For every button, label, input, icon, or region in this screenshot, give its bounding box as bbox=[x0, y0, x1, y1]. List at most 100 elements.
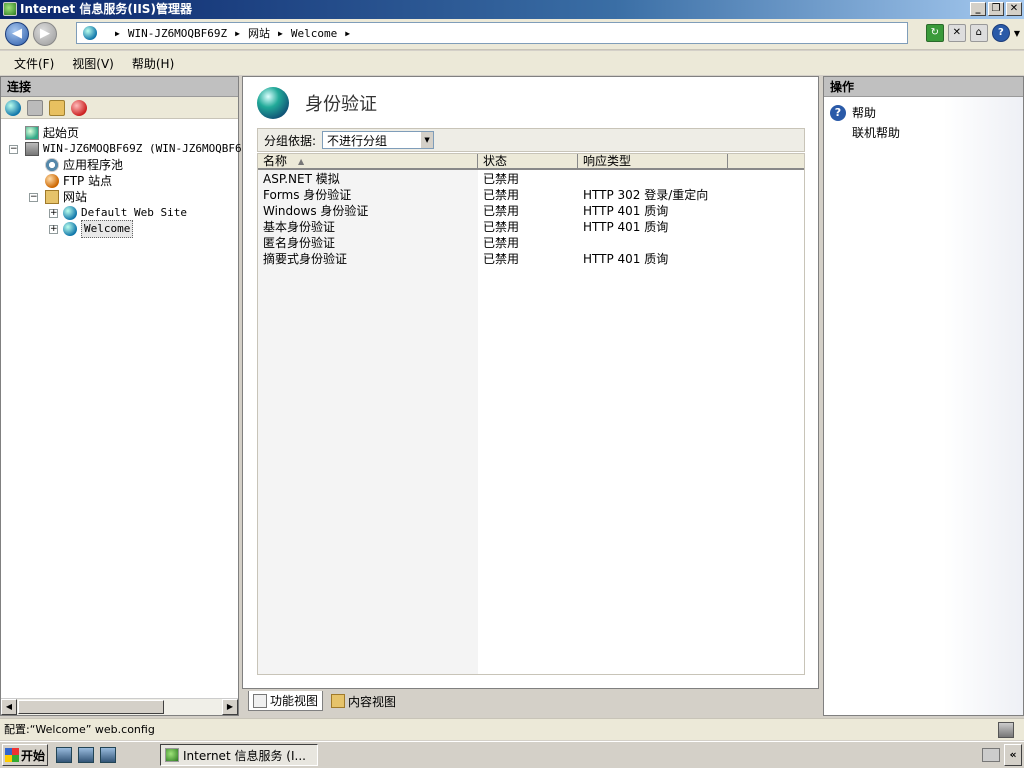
connections-horizontal-scrollbar[interactable]: ◀ ▶ bbox=[1, 698, 238, 715]
restore-button[interactable]: ❐ bbox=[988, 2, 1004, 16]
breadcrumb-sites[interactable]: 网站 bbox=[248, 25, 270, 41]
actions-panel: 操作 ? 帮助 联机帮助 bbox=[823, 76, 1024, 716]
help-dropdown-icon[interactable]: ▼ bbox=[1014, 29, 1020, 38]
globe-icon bbox=[63, 206, 77, 220]
forward-button[interactable]: ▶ bbox=[33, 22, 57, 46]
status-text: 配置:“Welcome” web.config bbox=[4, 723, 155, 736]
tree-item-app-pools[interactable]: 应用程序池 bbox=[45, 157, 123, 173]
iis-app-icon bbox=[3, 2, 17, 16]
globe-icon bbox=[83, 26, 97, 40]
app-pool-icon bbox=[45, 158, 59, 172]
list-item[interactable]: 摘要式身份验证 已禁用 HTTP 401 质询 bbox=[258, 251, 804, 267]
address-bar[interactable]: ▶ WIN-JZ6MOQBF69Z ▶ 网站 ▶ Welcome ▶ bbox=[76, 22, 908, 44]
view-tabs: 功能视图 内容视图 bbox=[248, 691, 400, 711]
tree-item-server[interactable]: WIN-JZ6MOQBF69Z (WIN-JZ6MOQBF69Z bbox=[25, 141, 255, 157]
sort-ascending-icon: ▲ bbox=[298, 157, 305, 166]
sites-folder-icon bbox=[45, 190, 59, 204]
start-page-icon bbox=[25, 126, 39, 140]
list-item[interactable]: 基本身份验证 已禁用 HTTP 401 质询 bbox=[258, 219, 804, 235]
list-item[interactable]: Forms 身份验证 已禁用 HTTP 302 登录/重定向 bbox=[258, 187, 804, 203]
quick-launch bbox=[56, 747, 116, 763]
expand-default-site-icon[interactable]: + bbox=[49, 209, 58, 218]
group-by-select[interactable]: 不进行分组 ▼ bbox=[322, 131, 435, 149]
breadcrumb-server[interactable]: WIN-JZ6MOQBF69Z bbox=[128, 27, 227, 40]
title-bar: Internet 信息服务(IIS)管理器 _ ❐ ✕ bbox=[0, 0, 1024, 19]
action-help[interactable]: ? 帮助 bbox=[830, 104, 876, 121]
home-icon[interactable]: ⌂ bbox=[969, 24, 988, 42]
column-header-name[interactable]: 名称 ▲ bbox=[258, 154, 478, 169]
disconnect-icon[interactable] bbox=[71, 99, 87, 116]
group-by-bar: 分组依据: 不进行分组 ▼ bbox=[257, 128, 805, 152]
iis-app-icon bbox=[165, 748, 179, 762]
back-button[interactable]: ◀ bbox=[5, 22, 29, 46]
keyboard-icon[interactable] bbox=[982, 748, 1000, 762]
connections-toolbar bbox=[1, 97, 238, 119]
tree-item-welcome[interactable]: Welcome bbox=[63, 220, 134, 238]
help-icon: ? bbox=[830, 104, 846, 121]
scroll-right-icon[interactable]: ▶ bbox=[222, 699, 238, 715]
breadcrumb-welcome[interactable]: Welcome bbox=[291, 27, 337, 40]
navigation-bar: ◀ ▶ ▶ WIN-JZ6MOQBF69Z ▶ 网站 ▶ Welcome ▶ ↻… bbox=[0, 19, 1024, 50]
explorer-icon[interactable] bbox=[100, 747, 116, 763]
breadcrumb-separator-icon: ▶ bbox=[115, 28, 120, 38]
start-button[interactable]: 开始 bbox=[2, 744, 48, 766]
taskbar-item-iis[interactable]: Internet 信息服务 (I... bbox=[160, 744, 318, 766]
tree-item-ftp-sites[interactable]: FTP 站点 bbox=[45, 173, 112, 189]
menu-file[interactable]: 文件(F) bbox=[14, 55, 54, 72]
up-folder-icon[interactable] bbox=[49, 99, 65, 116]
list-header: 名称 ▲ 状态 响应类型 bbox=[258, 154, 804, 170]
globe-icon bbox=[63, 222, 77, 236]
server-icon bbox=[25, 142, 39, 156]
windows-logo-icon bbox=[5, 748, 19, 762]
tab-content-view[interactable]: 内容视图 bbox=[327, 691, 400, 711]
collapse-server-icon[interactable]: − bbox=[9, 145, 18, 154]
save-icon[interactable] bbox=[27, 99, 43, 116]
ftp-icon bbox=[45, 174, 59, 188]
authentication-globe-icon bbox=[257, 87, 289, 119]
window-title: Internet 信息服务(IIS)管理器 bbox=[20, 2, 192, 16]
breadcrumb-separator-icon: ▶ bbox=[235, 28, 240, 38]
tab-features-view[interactable]: 功能视图 bbox=[248, 691, 324, 711]
breadcrumb-separator-icon[interactable]: ▶ bbox=[345, 29, 350, 38]
content-view-icon bbox=[331, 694, 346, 708]
tree-item-default-web-site[interactable]: Default Web Site bbox=[63, 205, 187, 221]
tree-item-start-page[interactable]: 起始页 bbox=[25, 125, 79, 141]
breadcrumb-separator-icon: ▶ bbox=[278, 28, 283, 38]
show-desktop-icon[interactable] bbox=[78, 747, 94, 763]
authentication-list: 名称 ▲ 状态 响应类型 ASP.NET 模拟 已禁用 Forms 身份验证 已… bbox=[257, 153, 805, 675]
connections-tree: 起始页 − WIN-JZ6MOQBF69Z (WIN-JZ6MOQBF69Z 应… bbox=[1, 119, 255, 238]
network-status-icon bbox=[998, 722, 1014, 738]
scroll-thumb[interactable] bbox=[18, 700, 164, 714]
list-item[interactable]: Windows 身份验证 已禁用 HTTP 401 质询 bbox=[258, 203, 804, 219]
authentication-feature-panel: 身份验证 分组依据: 不进行分组 ▼ 名称 ▲ 状态 响应类型 ASP.NET … bbox=[242, 76, 819, 689]
collapse-sites-icon[interactable]: − bbox=[29, 193, 38, 202]
chevron-down-icon[interactable]: ▼ bbox=[421, 132, 434, 148]
help-icon[interactable]: ? bbox=[991, 24, 1010, 42]
list-item[interactable]: ASP.NET 模拟 已禁用 bbox=[258, 171, 804, 187]
actions-header: 操作 bbox=[824, 77, 1023, 97]
connections-header: 连接 bbox=[1, 77, 238, 97]
menu-view[interactable]: 视图(V) bbox=[72, 55, 114, 72]
page-title: 身份验证 bbox=[305, 94, 377, 115]
feature-title-area: 身份验证 bbox=[257, 87, 377, 119]
show-hidden-icons-button[interactable]: « bbox=[1004, 744, 1022, 766]
refresh-icon[interactable]: ↻ bbox=[925, 24, 944, 42]
server-manager-icon[interactable] bbox=[56, 747, 72, 763]
scroll-left-icon[interactable]: ◀ bbox=[1, 699, 17, 715]
minimize-button[interactable]: _ bbox=[970, 2, 986, 16]
close-button[interactable]: ✕ bbox=[1006, 2, 1022, 16]
status-bar: 配置:“Welcome” web.config bbox=[0, 718, 1024, 740]
connections-panel: 连接 起始页 − WIN-JZ6MOQBF69Z (WIN-JZ6MOQBF69… bbox=[0, 76, 255, 716]
list-item[interactable]: 匿名身份验证 已禁用 bbox=[258, 235, 804, 251]
menu-help[interactable]: 帮助(H) bbox=[132, 55, 174, 72]
stop-icon[interactable]: ✕ bbox=[947, 24, 966, 42]
menu-bar: 文件(F) 视图(V) 帮助(H) bbox=[0, 51, 1024, 75]
connect-icon[interactable] bbox=[5, 99, 21, 116]
column-header-response-type[interactable]: 响应类型 bbox=[578, 154, 728, 169]
tree-item-sites[interactable]: 网站 bbox=[45, 189, 87, 205]
taskbar: 开始 Internet 信息服务 (I... « bbox=[0, 741, 1024, 768]
expand-welcome-icon[interactable]: + bbox=[49, 225, 58, 234]
column-header-status[interactable]: 状态 bbox=[478, 154, 578, 169]
action-online-help[interactable]: 联机帮助 bbox=[852, 124, 900, 141]
features-view-icon bbox=[253, 693, 267, 708]
